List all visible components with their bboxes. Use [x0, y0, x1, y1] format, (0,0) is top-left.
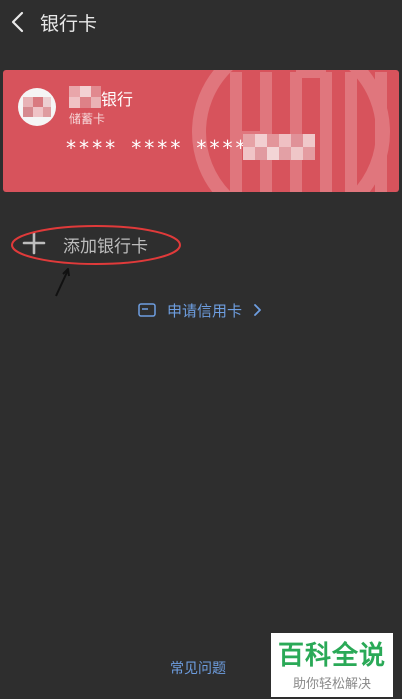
chevron-right-icon	[254, 304, 261, 316]
bank-logo-icon	[18, 88, 56, 126]
bank-name-mosaic	[69, 86, 101, 108]
bank-card[interactable]: 银行 储蓄卡 **** **** ****	[3, 70, 399, 192]
card-type-label: 储蓄卡	[69, 112, 106, 126]
card-number-mosaic	[243, 134, 315, 160]
back-arrow-icon[interactable]	[8, 10, 30, 34]
bank-name: 银行	[101, 90, 134, 109]
annotation-oval	[11, 225, 181, 265]
apply-credit-card-label[interactable]: 申请信用卡	[167, 300, 242, 321]
watermark-title: 百科全说	[277, 641, 386, 671]
top-bar: 银行卡	[0, 0, 402, 44]
watermark-subtitle: 助你轻松解决	[292, 677, 371, 692]
site-watermark: 百科全说 助你轻松解决	[271, 633, 393, 697]
card-number: **** **** ****	[65, 136, 261, 160]
card-icon	[138, 303, 156, 317]
annotation-arrow-icon	[55, 268, 70, 297]
page-title: 银行卡	[40, 13, 98, 35]
faq-link[interactable]: 常见问题	[170, 658, 226, 678]
bank-watermark-logo	[192, 70, 390, 192]
